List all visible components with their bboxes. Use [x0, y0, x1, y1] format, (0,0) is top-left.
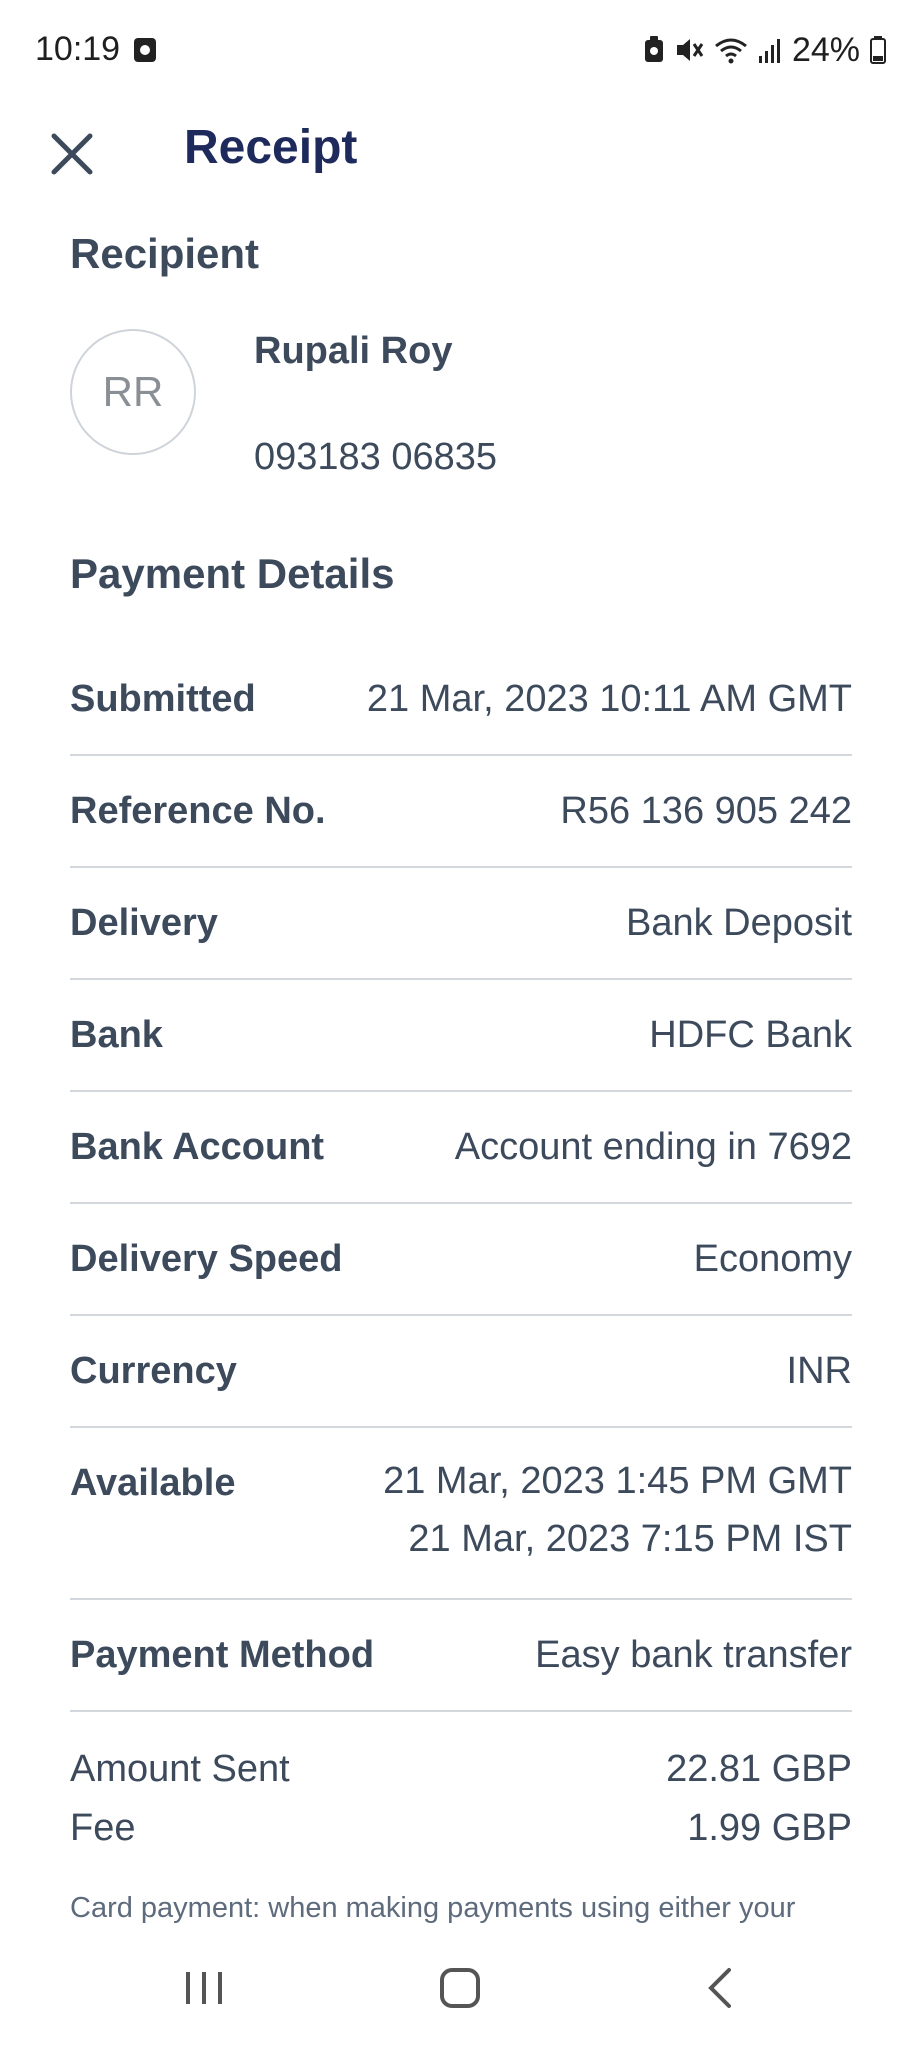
- detail-label: Payment Method: [70, 1634, 375, 1676]
- recipient-phone: 093183 06835: [254, 436, 498, 478]
- avatar: RR: [70, 329, 196, 455]
- detail-row-delivery-speed: Delivery Speed Economy: [70, 1204, 852, 1316]
- detail-row-bank-account: Bank Account Account ending in 7692: [70, 1092, 852, 1204]
- fee-label: Fee: [70, 1807, 136, 1849]
- detail-value: HDFC Bank: [649, 1014, 852, 1056]
- detail-value: INR: [786, 1350, 852, 1392]
- amount-summary: Amount Sent 22.81 GBP Fee 1.99 GBP: [70, 1748, 852, 1866]
- system-nav-bar: [0, 1928, 921, 2048]
- amount-sent-label: Amount Sent: [70, 1748, 290, 1790]
- recipient-name: Rupali Roy: [254, 330, 453, 372]
- card-payment-note: Card payment: when making payments using…: [70, 1892, 796, 1924]
- detail-value: Easy bank transfer: [535, 1634, 852, 1676]
- detail-value: Economy: [693, 1238, 852, 1280]
- detail-value: Bank Deposit: [625, 902, 852, 944]
- detail-value: 21 Mar, 2023 10:11 AM GMT: [366, 678, 852, 720]
- battery-icon: [870, 36, 886, 64]
- lock-battery-icon: [644, 36, 664, 64]
- back-button[interactable]: [680, 1958, 760, 2018]
- battery-percent: 24%: [791, 30, 860, 69]
- detail-label: Reference No.: [70, 790, 326, 832]
- mute-icon: [674, 36, 704, 64]
- receipt-screen: 10:19 24% Receipt Recipient RR Rupali Ro…: [0, 0, 921, 2048]
- header: Receipt: [0, 104, 921, 204]
- app-notification-icon: [134, 38, 156, 62]
- detail-row-payment-method: Payment Method Easy bank transfer: [70, 1600, 852, 1712]
- detail-value: R56 136 905 242: [560, 790, 852, 832]
- status-icons: 24%: [644, 30, 886, 70]
- detail-row-bank: Bank HDFC Bank: [70, 980, 852, 1092]
- payment-details-list: Submitted 21 Mar, 2023 10:11 AM GMT Refe…: [70, 644, 852, 1712]
- detail-row-delivery: Delivery Bank Deposit: [70, 868, 852, 980]
- detail-label: Available: [70, 1462, 236, 1504]
- wifi-icon: [714, 36, 748, 64]
- home-button[interactable]: [420, 1958, 500, 2018]
- detail-row-reference: Reference No. R56 136 905 242: [70, 756, 852, 868]
- home-icon: [440, 1968, 480, 2008]
- status-time: 10:19: [35, 30, 121, 68]
- detail-row-currency: Currency INR: [70, 1316, 852, 1428]
- fee-row: Fee 1.99 GBP: [70, 1807, 852, 1866]
- payment-details-title: Payment Details: [70, 550, 395, 597]
- detail-row-available: Available 21 Mar, 2023 1:45 PM GMT 21 Ma…: [70, 1428, 852, 1600]
- detail-value: 21 Mar, 2023 1:45 PM GMT 21 Mar, 2023 7:…: [383, 1452, 852, 1568]
- status-bar: 10:19 24%: [0, 0, 921, 104]
- fee-value: 1.99 GBP: [687, 1807, 852, 1849]
- detail-row-submitted: Submitted 21 Mar, 2023 10:11 AM GMT: [70, 644, 852, 756]
- detail-label: Delivery Speed: [70, 1238, 343, 1280]
- detail-label: Submitted: [70, 678, 256, 720]
- recipient-section-title: Recipient: [70, 230, 260, 277]
- back-icon: [708, 1968, 731, 2008]
- amount-sent-value: 22.81 GBP: [666, 1748, 852, 1790]
- close-icon: [51, 133, 93, 175]
- detail-label: Bank Account: [70, 1126, 325, 1168]
- detail-label: Delivery: [70, 902, 218, 944]
- available-time-gmt: 21 Mar, 2023 1:45 PM GMT: [383, 1460, 852, 1502]
- detail-value: Account ending in 7692: [454, 1126, 852, 1168]
- recent-apps-button[interactable]: [164, 1958, 244, 2018]
- page-title: Receipt: [184, 121, 358, 174]
- available-time-ist: 21 Mar, 2023 7:15 PM IST: [408, 1518, 852, 1560]
- signal-icon: [758, 36, 782, 64]
- detail-label: Currency: [70, 1350, 237, 1392]
- amount-sent-row: Amount Sent 22.81 GBP: [70, 1748, 852, 1807]
- recent-apps-icon: [186, 1972, 222, 2004]
- close-button[interactable]: [40, 122, 104, 186]
- detail-label: Bank: [70, 1014, 163, 1056]
